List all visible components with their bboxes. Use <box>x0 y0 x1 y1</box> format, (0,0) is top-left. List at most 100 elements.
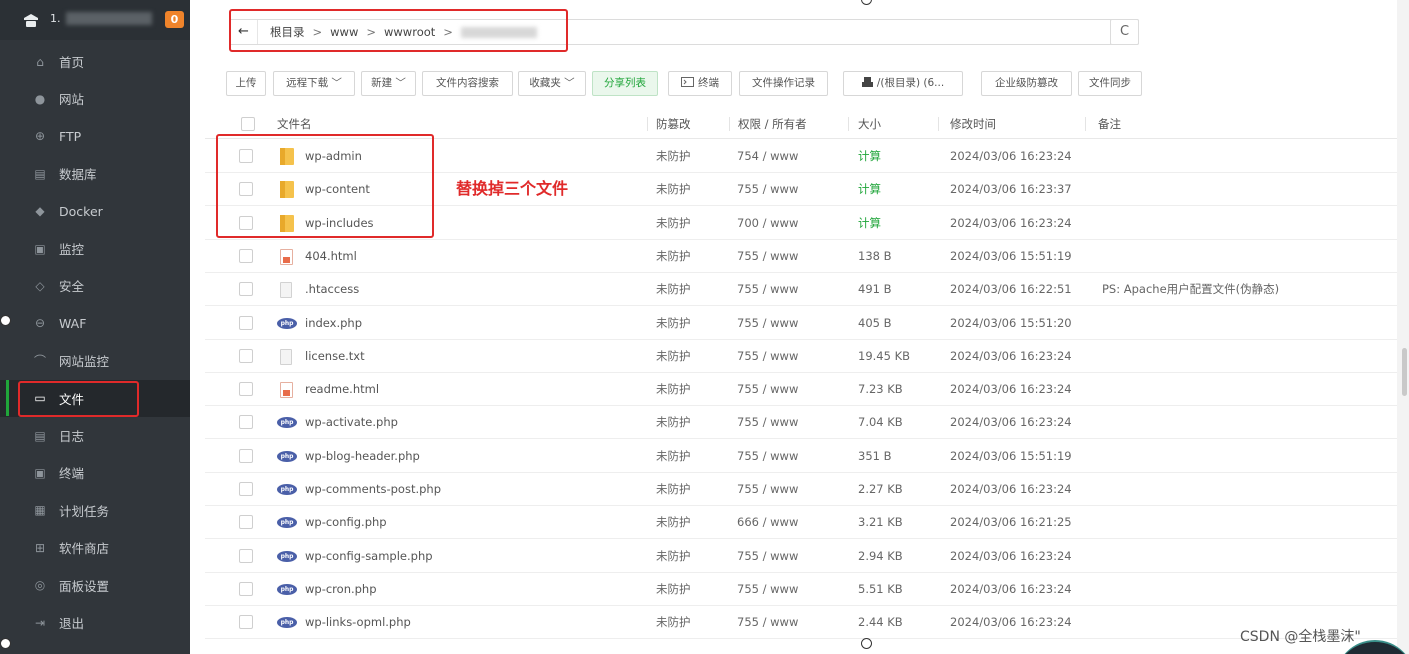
file-name[interactable]: wp-blog-header.php <box>305 440 420 473</box>
file-name[interactable]: wp-activate.php <box>305 406 398 439</box>
sidebar-item-log[interactable]: ▤ 日志 <box>0 417 190 454</box>
resize-handle[interactable] <box>0 315 11 326</box>
column-modified[interactable]: 修改时间 <box>950 109 996 139</box>
table-row[interactable]: php index.php 未防护 755 / www 405 B 2024/03/06 … <box>205 307 1397 340</box>
tamper-status[interactable]: 未防护 <box>656 207 691 240</box>
permission[interactable]: 755 / www <box>737 606 798 639</box>
table-row[interactable]: php wp-config-sample.php 未防护 755 / www 2.94 … <box>205 540 1397 573</box>
terminal-button[interactable]: 终端 <box>668 71 732 96</box>
permission[interactable]: 755 / www <box>737 273 798 306</box>
table-row[interactable]: readme.html 未防护 755 / www 7.23 KB 2024/03/06… <box>205 373 1397 407</box>
file-name[interactable]: wp-comments-post.php <box>305 473 441 506</box>
file-name[interactable]: 404.html <box>305 240 357 273</box>
tamper-status[interactable]: 未防护 <box>656 273 691 306</box>
sidebar-item-monitor[interactable]: ▣ 监控 <box>0 230 190 267</box>
file-name[interactable]: readme.html <box>305 373 379 406</box>
file-name[interactable]: license.txt <box>305 340 365 373</box>
column-permission[interactable]: 权限 / 所有者 <box>738 109 807 139</box>
sidebar-item-ftp[interactable]: ⊕ FTP <box>0 118 190 155</box>
sidebar-item-calendar[interactable]: ▦ 计划任务 <box>0 492 190 529</box>
row-checkbox[interactable] <box>239 248 253 263</box>
favorites-button[interactable]: 收藏夹 ﹀ <box>518 71 586 96</box>
share-list-button[interactable]: 分享列表 <box>592 71 658 96</box>
scrollbar-thumb[interactable] <box>1402 348 1407 396</box>
table-row[interactable]: php wp-links-opml.php 未防护 755 / www 2.44 KB 2… <box>205 606 1397 640</box>
select-all-checkbox[interactable] <box>241 117 255 131</box>
file-name[interactable]: wp-config-sample.php <box>305 540 433 573</box>
operation-log-button[interactable]: 文件操作记录 <box>739 71 828 96</box>
sidebar-item-logout[interactable]: ⇥ 退出 <box>0 604 190 641</box>
row-checkbox[interactable] <box>239 548 253 563</box>
tamper-status[interactable]: 未防护 <box>656 440 691 473</box>
row-checkbox[interactable] <box>239 515 253 530</box>
disk-button[interactable]: /(根目录) (6... <box>843 71 963 96</box>
table-row[interactable]: php wp-cron.php 未防护 755 / www 5.51 KB 2024/03… <box>205 573 1397 606</box>
permission[interactable]: 755 / www <box>737 406 798 439</box>
tamper-status[interactable]: 未防护 <box>656 173 691 206</box>
row-checkbox[interactable] <box>239 415 253 430</box>
sidebar-item-docker[interactable]: ◆ Docker <box>0 193 190 230</box>
sidebar-item-globe[interactable]: ● 网站 <box>0 80 190 117</box>
row-checkbox[interactable] <box>239 315 253 330</box>
permission[interactable]: 755 / www <box>737 173 798 206</box>
row-checkbox[interactable] <box>239 282 253 297</box>
file-sync-button[interactable]: 文件同步 <box>1078 71 1142 96</box>
table-row[interactable]: php wp-blog-header.php 未防护 755 / www 351 B 20… <box>205 440 1397 473</box>
resize-handle[interactable] <box>0 638 11 649</box>
sidebar-item-grid[interactable]: ⊞ 软件商店 <box>0 529 190 566</box>
tamper-status[interactable]: 未防护 <box>656 406 691 439</box>
permission[interactable]: 755 / www <box>737 540 798 573</box>
table-row[interactable]: 404.html 未防护 755 / www 138 B 2024/03/06 15:5… <box>205 240 1397 273</box>
tamper-status[interactable]: 未防护 <box>656 340 691 373</box>
permission[interactable]: 755 / www <box>737 307 798 340</box>
file-size[interactable]: 计算 <box>858 207 881 240</box>
permission[interactable]: 666 / www <box>737 506 798 539</box>
column-note[interactable]: 备注 <box>1098 109 1121 139</box>
permission[interactable]: 755 / www <box>737 340 798 373</box>
table-row[interactable]: license.txt 未防护 755 / www 19.45 KB 2024/03/0… <box>205 340 1397 373</box>
column-tamper[interactable]: 防篡改 <box>656 109 691 139</box>
permission[interactable]: 755 / www <box>737 440 798 473</box>
tamper-status[interactable]: 未防护 <box>656 307 691 340</box>
tamper-status[interactable]: 未防护 <box>656 240 691 273</box>
row-checkbox[interactable] <box>239 615 253 630</box>
tamper-status[interactable]: 未防护 <box>656 506 691 539</box>
sidebar-item-waf[interactable]: ⊖ WAF <box>0 305 190 342</box>
sidebar-item-terminal[interactable]: ▣ 终端 <box>0 454 190 491</box>
content-search-button[interactable]: 文件内容搜索 <box>422 71 513 96</box>
table-row[interactable]: php wp-comments-post.php 未防护 755 / www 2.27 … <box>205 473 1397 506</box>
file-size[interactable]: 计算 <box>858 140 881 173</box>
row-checkbox[interactable] <box>239 382 253 397</box>
file-name[interactable]: wp-links-opml.php <box>305 606 411 639</box>
tamper-status[interactable]: 未防护 <box>656 473 691 506</box>
anti-tamper-button[interactable]: 企业级防篡改 <box>981 71 1072 96</box>
sidebar-item-database[interactable]: ▤ 数据库 <box>0 155 190 192</box>
upload-button[interactable]: 上传 <box>226 71 266 96</box>
file-name[interactable]: index.php <box>305 307 362 340</box>
row-checkbox[interactable] <box>239 448 253 463</box>
tamper-status[interactable]: 未防护 <box>656 606 691 639</box>
row-checkbox[interactable] <box>239 348 253 363</box>
permission[interactable]: 755 / www <box>737 373 798 406</box>
column-size[interactable]: 大小 <box>858 109 881 139</box>
sidebar-item-chart[interactable]: ⌒ 网站监控 <box>0 342 190 379</box>
new-button[interactable]: 新建 ﹀ <box>361 71 416 96</box>
remote-download-button[interactable]: 远程下载 ﹀ <box>273 71 355 96</box>
file-size[interactable]: 计算 <box>858 173 881 206</box>
permission[interactable]: 700 / www <box>737 207 798 240</box>
tamper-status[interactable]: 未防护 <box>656 140 691 173</box>
table-row[interactable]: php wp-config.php 未防护 666 / www 3.21 KB 2024/… <box>205 506 1397 540</box>
notification-badge[interactable]: 0 <box>165 11 184 28</box>
sidebar-item-gear[interactable]: ◎ 面板设置 <box>0 567 190 604</box>
table-row[interactable]: .htaccess 未防护 755 / www 491 B 2024/03/06 16:… <box>205 273 1397 307</box>
tamper-status[interactable]: 未防护 <box>656 573 691 606</box>
permission[interactable]: 755 / www <box>737 573 798 606</box>
row-checkbox[interactable] <box>239 482 253 496</box>
file-name[interactable]: wp-config.php <box>305 506 387 539</box>
tamper-status[interactable]: 未防护 <box>656 540 691 573</box>
scrollbar-track[interactable] <box>1397 0 1409 654</box>
permission[interactable]: 755 / www <box>737 240 798 273</box>
resize-handle[interactable] <box>861 638 872 649</box>
sidebar-item-home[interactable]: ⌂ 首页 <box>0 43 190 80</box>
permission[interactable]: 755 / www <box>737 473 798 506</box>
